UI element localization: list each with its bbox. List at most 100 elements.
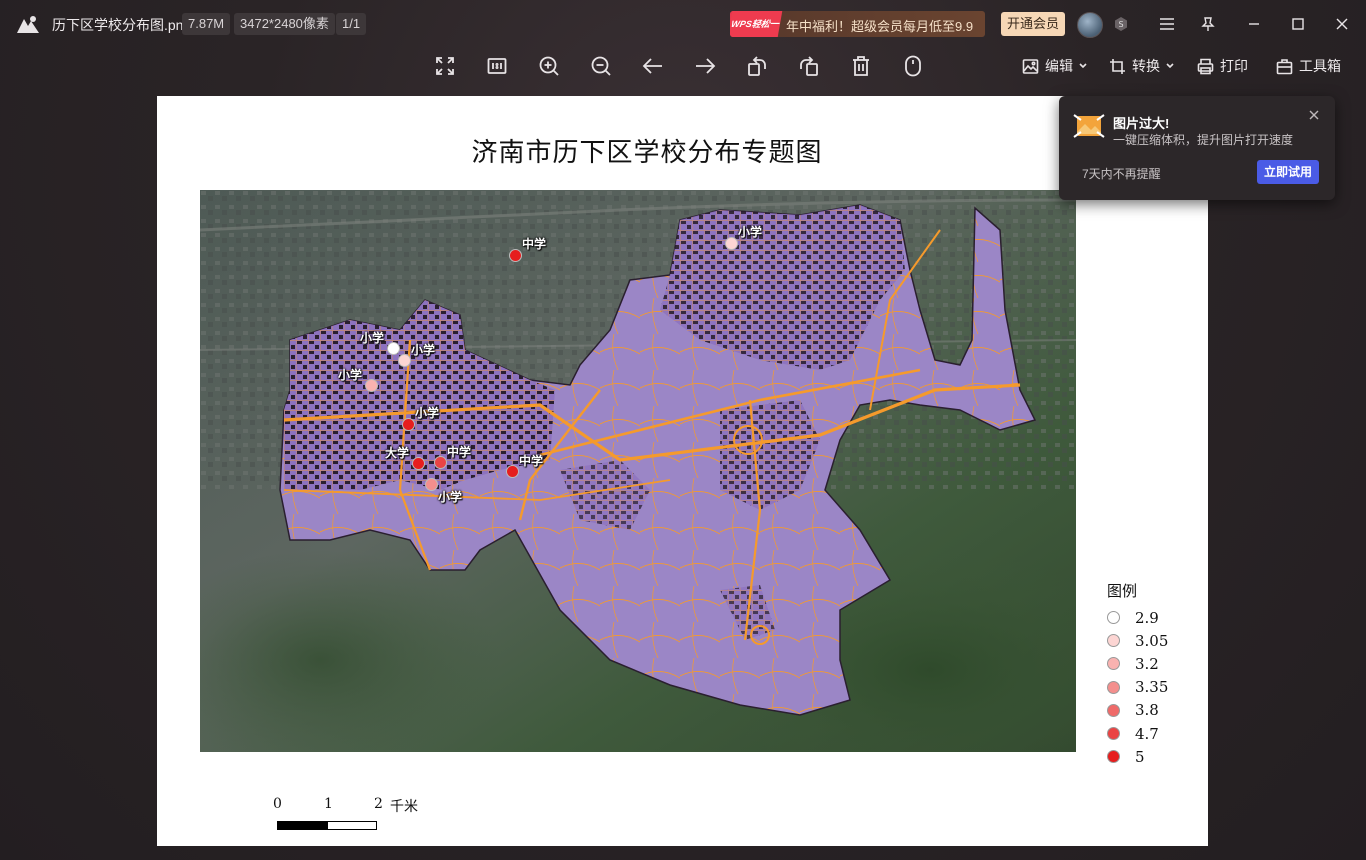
school-label: 中学 [519, 454, 544, 468]
actual-size-icon[interactable] [485, 54, 509, 78]
printer-icon [1197, 58, 1214, 74]
school-marker[interactable] [433, 455, 447, 469]
resolution-badge: 3472*2480像素 [234, 13, 335, 35]
school-marker[interactable] [386, 341, 400, 355]
school-label: 中学 [522, 237, 547, 251]
skin-icon[interactable]: S [1109, 12, 1133, 36]
next-icon[interactable] [693, 54, 717, 78]
fit-screen-icon[interactable] [433, 54, 457, 78]
scale-unit: 千米 [390, 799, 418, 815]
school-markers: 中学 小学 小学 小学 小学 小学 大学 中学 中学 小学 [200, 190, 1076, 752]
legend-item: 2.9 [1107, 606, 1168, 629]
close-icon[interactable] [1330, 12, 1354, 36]
page-indicator: 1/1 [336, 13, 367, 35]
minimize-icon[interactable] [1242, 12, 1266, 36]
print-button[interactable]: 打印 [1197, 54, 1248, 78]
legend-item: 3.05 [1107, 629, 1168, 652]
school-label: 小学 [360, 331, 385, 345]
school-marker[interactable] [505, 464, 519, 478]
legend-label: 3.05 [1135, 631, 1169, 650]
promo-badge: WPS轻松一夏 [730, 11, 783, 37]
school-marker[interactable] [508, 248, 522, 262]
image-too-large-popup: 图片过大! 一键压缩体积，提升图片打开速度 7天内不再提醒 立即试用 [1059, 96, 1335, 200]
school-label: 小学 [738, 225, 763, 239]
previous-icon[interactable] [641, 54, 665, 78]
legend-swatch [1107, 611, 1120, 625]
scale-tick: 2 [374, 796, 383, 812]
toolbox-button[interactable]: 工具箱 [1276, 54, 1341, 78]
legend-item: 3.35 [1107, 676, 1168, 699]
school-label: 中学 [447, 445, 472, 459]
file-name: 历下区学校分布图.png [52, 17, 192, 33]
vip-button[interactable]: 开通会员 [1001, 12, 1065, 36]
legend-swatch [1107, 727, 1120, 741]
zoom-out-icon[interactable] [589, 54, 613, 78]
legend-label: 4.7 [1135, 724, 1159, 743]
legend-label: 3.2 [1135, 654, 1159, 673]
scale-bar-graphic [277, 821, 377, 830]
compress-icon [1073, 114, 1105, 138]
legend-label: 2.9 [1135, 608, 1159, 627]
avatar[interactable] [1077, 12, 1103, 38]
legend-label: 5 [1135, 747, 1145, 766]
svg-text:S: S [1118, 20, 1123, 29]
legend-label: 3.35 [1135, 678, 1169, 697]
legend-title: 图例 [1107, 582, 1138, 600]
promo-text: 年中福利！超级会员每月低至9.9元 [786, 19, 974, 34]
mouse-icon[interactable] [901, 54, 925, 78]
toolbox-label: 工具箱 [1299, 58, 1341, 74]
school-label: 小学 [438, 490, 463, 504]
rotate-right-icon[interactable] [797, 54, 821, 78]
school-label: 小学 [411, 343, 436, 357]
school-marker[interactable] [364, 378, 378, 392]
map-title: 济南市历下区学校分布专题图 [471, 138, 823, 168]
zoom-in-icon[interactable] [537, 54, 561, 78]
legend-swatch [1107, 703, 1120, 717]
print-label: 打印 [1220, 58, 1248, 74]
school-label: 大学 [385, 446, 410, 460]
legend-swatch [1107, 657, 1120, 671]
file-size-badge: 7.87M [182, 13, 231, 35]
image-edit-icon [1022, 58, 1039, 74]
legend-label: 3.8 [1135, 701, 1159, 720]
legend-swatch [1107, 750, 1120, 764]
school-marker[interactable] [724, 236, 738, 250]
legend-item: 3.2 [1107, 652, 1168, 675]
convert-icon [1110, 58, 1125, 74]
school-marker[interactable] [401, 417, 415, 431]
school-marker[interactable] [397, 353, 411, 367]
toolbox-icon [1276, 58, 1293, 74]
popup-description: 一键压缩体积，提升图片打开速度 [1113, 133, 1294, 147]
try-now-button[interactable]: 立即试用 [1257, 160, 1319, 184]
title-bar: 历下区学校分布图.png 7.87M 3472*2480像素 1/1 WPS轻松… [0, 0, 1366, 48]
maximize-icon[interactable] [1286, 12, 1310, 36]
school-label: 小学 [415, 406, 440, 420]
dismiss-7-days-link[interactable]: 7天内不再提醒 [1082, 165, 1161, 182]
edit-menu[interactable]: 编辑 [1022, 54, 1087, 78]
edit-label: 编辑 [1045, 58, 1073, 74]
legend-item: 3.8 [1107, 699, 1168, 722]
map-image: 中学 小学 小学 小学 小学 小学 大学 中学 中学 小学 [200, 190, 1076, 752]
rotate-left-icon[interactable] [745, 54, 769, 78]
scale-tick: 0 [273, 796, 282, 812]
school-marker[interactable] [411, 456, 425, 470]
chevron-down-icon [1166, 63, 1174, 69]
scale-tick: 1 [324, 796, 333, 812]
close-icon[interactable] [1307, 108, 1321, 122]
menu-icon[interactable] [1155, 12, 1179, 36]
image-canvas[interactable]: 济南市历下区学校分布专题图 中学 小学 小学 小学 小学 小学 大学 中学 中学… [157, 96, 1208, 846]
school-marker[interactable] [424, 477, 438, 491]
app-logo-icon [17, 16, 39, 33]
legend-item: 4.7 [1107, 722, 1168, 745]
chevron-down-icon [1079, 63, 1087, 69]
legend-swatch [1107, 634, 1120, 648]
convert-menu[interactable]: 转换 [1109, 54, 1174, 78]
promo-banner[interactable]: WPS轻松一夏 年中福利！超级会员每月低至9.9元 [730, 11, 985, 37]
school-label: 小学 [338, 368, 363, 382]
delete-icon[interactable] [849, 54, 873, 78]
legend-item: 5 [1107, 745, 1168, 768]
popup-title: 图片过大! [1113, 116, 1170, 131]
legend: 图例 2.9 3.05 3.2 3.35 3.8 4.7 5 [1107, 580, 1168, 768]
pin-icon[interactable] [1196, 12, 1220, 36]
convert-label: 转换 [1132, 58, 1160, 74]
